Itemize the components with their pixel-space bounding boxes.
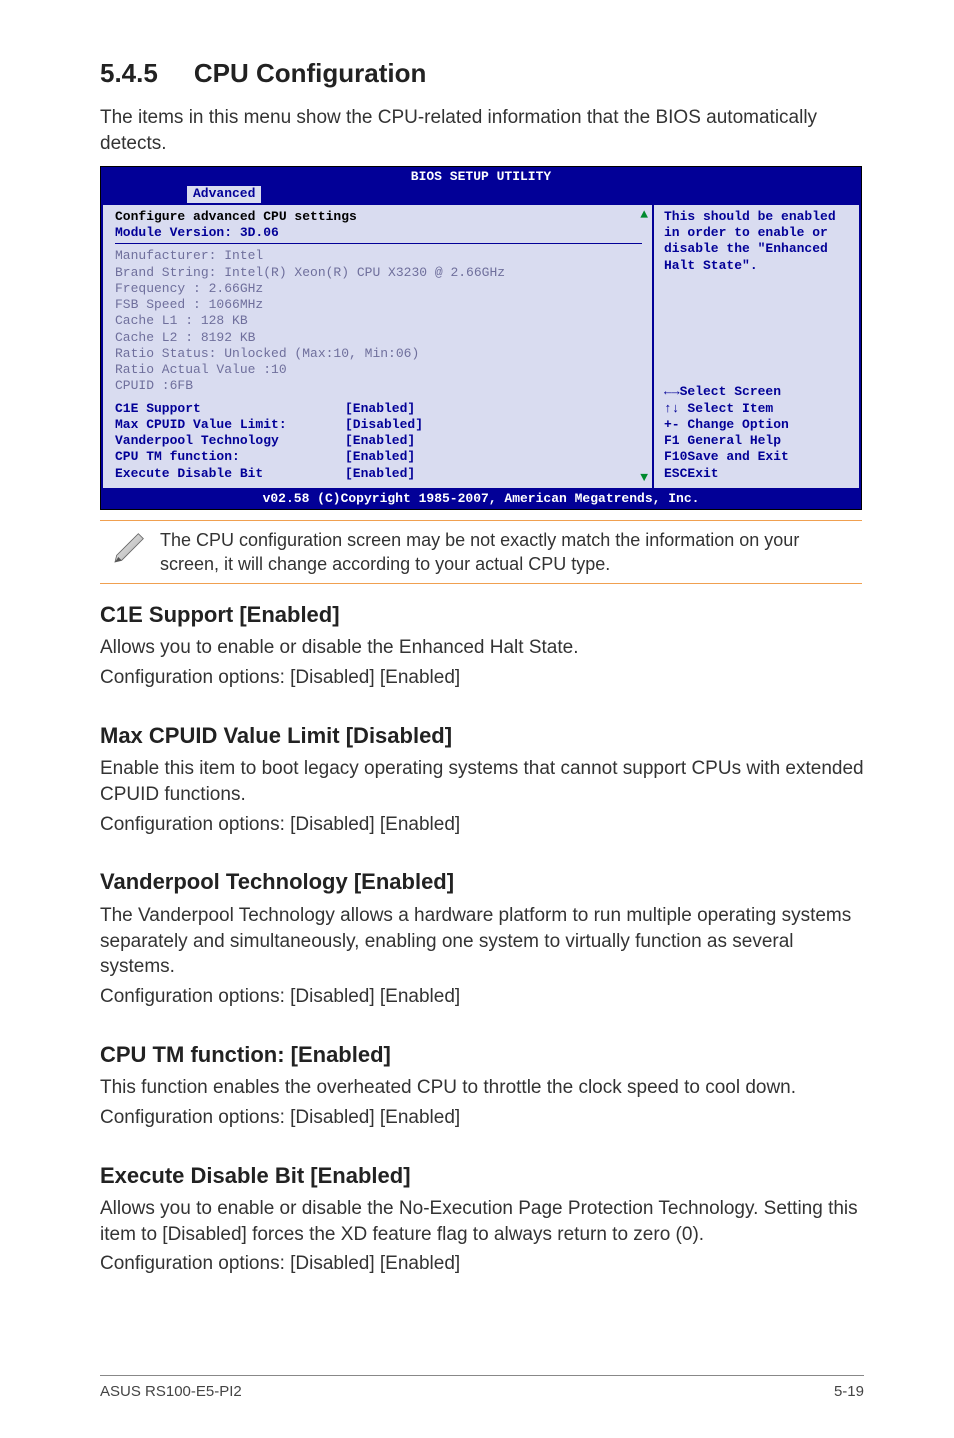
heading-vanderpool: Vanderpool Technology [Enabled]: [100, 867, 864, 897]
paragraph-vander-2: Configuration options: [Disabled] [Enabl…: [100, 984, 864, 1010]
paragraph-c1e-2: Configuration options: [Disabled] [Enabl…: [100, 665, 864, 691]
bios-option-execdisable[interactable]: Execute Disable Bit [Enabled]: [115, 466, 642, 482]
bios-left-pane: ▲ Configure advanced CPU settings Module…: [103, 205, 654, 488]
bios-info-cache-l1: Cache L1 : 128 KB: [115, 313, 642, 329]
bios-help-text: This should be enabled in order to enabl…: [664, 209, 851, 274]
paragraph-max-2: Configuration options: [Disabled] [Enabl…: [100, 812, 864, 838]
bios-info-cpuid: CPUID :6FB: [115, 378, 642, 394]
paragraph-vander-1: The Vanderpool Technology allows a hardw…: [100, 903, 864, 980]
heading-execdisable: Execute Disable Bit [Enabled]: [100, 1161, 864, 1191]
section-heading: 5.4.5 CPU Configuration: [100, 56, 864, 91]
bios-info-ratio-actual: Ratio Actual Value :10: [115, 362, 642, 378]
bios-option-maxcpuid[interactable]: Max CPUID Value Limit: [Disabled]: [115, 417, 642, 433]
bios-option-label: Vanderpool Technology: [115, 433, 345, 449]
bios-option-cputm[interactable]: CPU TM function: [Enabled]: [115, 449, 642, 465]
bios-option-value: [Enabled]: [345, 433, 415, 449]
bios-key-general-help: F1 General Help: [664, 433, 851, 449]
bios-option-label: Max CPUID Value Limit:: [115, 417, 345, 433]
scroll-down-icon[interactable]: ▼: [640, 470, 648, 486]
heading-maxcpuid: Max CPUID Value Limit [Disabled]: [100, 721, 864, 751]
bios-info-ratio-status: Ratio Status: Unlocked (Max:10, Min:06): [115, 346, 642, 362]
bios-option-value: [Disabled]: [345, 417, 423, 433]
footer-left: ASUS RS100-E5-PI2: [100, 1382, 242, 1402]
bios-body: ▲ Configure advanced CPU settings Module…: [101, 203, 861, 490]
heading-c1e: C1E Support [Enabled]: [100, 600, 864, 630]
bios-divider: [115, 243, 642, 244]
bios-option-value: [Enabled]: [345, 449, 415, 465]
bios-info-frequency: Frequency : 2.66GHz: [115, 281, 642, 297]
bios-info-cache-l2: Cache L2 : 8192 KB: [115, 330, 642, 346]
note-callout: The CPU configuration screen may be not …: [100, 520, 862, 584]
bios-option-label: CPU TM function:: [115, 449, 345, 465]
bios-tab-advanced[interactable]: Advanced: [187, 186, 261, 203]
paragraph-tm-2: Configuration options: [Disabled] [Enabl…: [100, 1105, 864, 1131]
footer-right: 5-19: [834, 1382, 864, 1402]
bios-config-title: Configure advanced CPU settings: [115, 209, 642, 225]
page-footer: ASUS RS100-E5-PI2 5-19: [100, 1375, 864, 1402]
bios-option-label: Execute Disable Bit: [115, 466, 345, 482]
paragraph-xd-2: Configuration options: [Disabled] [Enabl…: [100, 1251, 864, 1277]
bios-info-brand: Brand String: Intel(R) Xeon(R) CPU X3230…: [115, 265, 642, 281]
bios-option-value: [Enabled]: [345, 401, 415, 417]
bios-key-select-screen: ←→Select Screen: [664, 384, 851, 400]
section-title-text: CPU Configuration: [194, 58, 427, 88]
bios-info-fsb: FSB Speed : 1066MHz: [115, 297, 642, 313]
paragraph-tm-1: This function enables the overheated CPU…: [100, 1075, 864, 1101]
heading-cputm: CPU TM function: [Enabled]: [100, 1040, 864, 1070]
bios-key-exit: ESCExit: [664, 466, 851, 482]
bios-right-pane: This should be enabled in order to enabl…: [654, 205, 859, 488]
paragraph-xd-1: Allows you to enable or disable the No-E…: [100, 1196, 864, 1247]
bios-key-change-option: +- Change Option: [664, 417, 851, 433]
scroll-up-icon[interactable]: ▲: [640, 207, 648, 223]
bios-option-vanderpool[interactable]: Vanderpool Technology [Enabled]: [115, 433, 642, 449]
bios-screenshot: BIOS SETUP UTILITY Advanced ▲ Configure …: [100, 166, 862, 510]
bios-key-save-exit: F10Save and Exit: [664, 449, 851, 465]
bios-title: BIOS SETUP UTILITY: [101, 167, 861, 185]
paragraph-c1e-1: Allows you to enable or disable the Enha…: [100, 635, 864, 661]
bios-key-select-item: ↑↓ Select Item: [664, 401, 851, 417]
note-text: The CPU configuration screen may be not …: [160, 525, 862, 577]
lead-paragraph: The items in this menu show the CPU-rela…: [100, 105, 864, 156]
bios-footer: v02.58 (C)Copyright 1985-2007, American …: [101, 490, 861, 509]
bios-option-c1e[interactable]: C1E Support [Enabled]: [115, 401, 642, 417]
section-number: 5.4.5: [100, 56, 158, 91]
paragraph-max-1: Enable this item to boot legacy operatin…: [100, 756, 864, 807]
bios-module-version: Module Version: 3D.06: [115, 225, 642, 241]
bios-tab-row: Advanced: [101, 186, 861, 203]
pencil-icon: [100, 525, 160, 567]
bios-option-label: C1E Support: [115, 401, 345, 417]
bios-option-value: [Enabled]: [345, 466, 415, 482]
bios-key-help: ←→Select Screen ↑↓ Select Item +- Change…: [664, 384, 851, 482]
bios-info-manufacturer: Manufacturer: Intel: [115, 248, 642, 264]
